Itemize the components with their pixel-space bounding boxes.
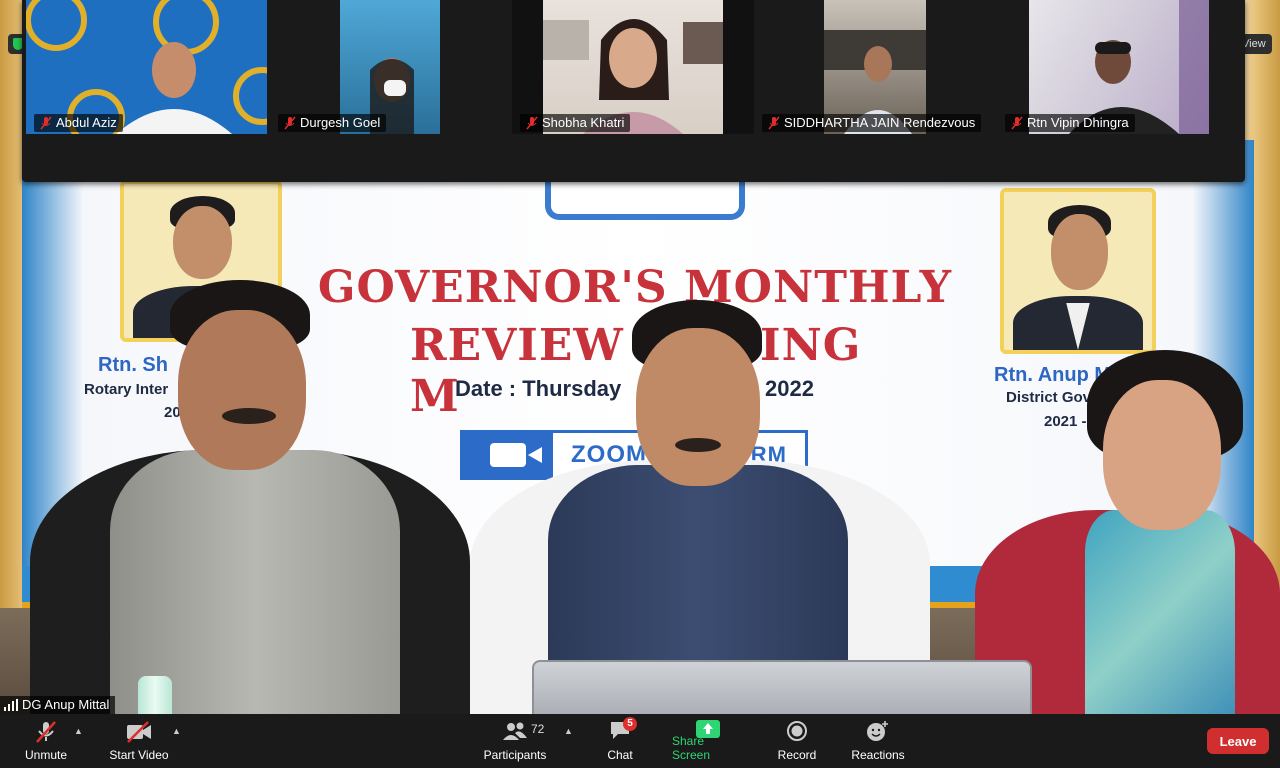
mic-muted-icon xyxy=(40,116,52,130)
emoji-smile-icon xyxy=(867,721,888,741)
person-left-mustache xyxy=(222,408,276,424)
unmute-button[interactable]: Unmute xyxy=(20,714,72,768)
water-bottle xyxy=(138,676,172,714)
mic-muted-icon xyxy=(526,116,538,130)
portrait-face xyxy=(173,205,232,280)
signal-bars-icon xyxy=(4,699,18,711)
chat-unread-badge: 5 xyxy=(623,717,637,731)
participant-name-label: Abdul Aziz xyxy=(34,114,123,132)
participants-icon xyxy=(503,722,527,740)
participants-count: 72 xyxy=(531,722,545,736)
participant-name-label: Durgesh Goel xyxy=(278,114,387,132)
mic-muted-icon xyxy=(36,721,56,743)
mic-muted-icon xyxy=(284,116,296,130)
share-screen-button[interactable]: Share Screen xyxy=(672,714,744,768)
participant-name-label: Rtn Vipin Dhingra xyxy=(1005,114,1135,132)
participants-button[interactable]: 72 Participants xyxy=(482,714,548,768)
person-left-vest xyxy=(110,450,400,714)
participant-tile[interactable]: SIDDHARTHA JAIN Rendezvous xyxy=(754,0,997,134)
participant-tile[interactable]: Durgesh Goel xyxy=(270,0,512,134)
mic-muted-icon xyxy=(1011,116,1023,130)
mic-muted-icon xyxy=(768,116,780,130)
active-speaker-label: DG Anup Mittal xyxy=(0,696,116,714)
person-center-face xyxy=(636,328,760,486)
person-left-face xyxy=(178,310,306,470)
laptop xyxy=(532,660,1032,714)
person-center xyxy=(470,300,930,714)
meeting-toolbar: Unmute ▲ Start Video ▲ 72 Participants ▲… xyxy=(0,714,1280,768)
chat-button[interactable]: 5 Chat xyxy=(600,714,640,768)
person-right-scarf xyxy=(1085,510,1235,714)
participant-gallery-strip: Abdul Aziz Durgesh Goel Shobha Khatri SI… xyxy=(22,0,1245,182)
participant-tile[interactable]: Abdul Aziz xyxy=(26,0,267,134)
banner-portrait-right xyxy=(1000,188,1156,354)
view-button-label: View xyxy=(1242,38,1266,50)
person-left xyxy=(30,280,470,714)
participant-name-label: SIDDHARTHA JAIN Rendezvous xyxy=(762,114,982,132)
participant-tile[interactable]: Shobha Khatri xyxy=(512,0,754,134)
video-options-chevron-up-icon[interactable]: ▲ xyxy=(172,726,181,736)
participants-options-chevron-up-icon[interactable]: ▲ xyxy=(564,726,573,736)
record-icon xyxy=(787,721,807,741)
portrait-face xyxy=(1051,214,1108,290)
audio-options-chevron-up-icon[interactable]: ▲ xyxy=(74,726,83,736)
share-screen-icon xyxy=(696,720,720,738)
record-button[interactable]: Record xyxy=(774,714,820,768)
video-off-icon xyxy=(127,721,151,743)
leave-meeting-button[interactable]: Leave xyxy=(1207,728,1269,754)
start-video-button[interactable]: Start Video xyxy=(106,714,172,768)
participant-tile[interactable]: Rtn Vipin Dhingra xyxy=(997,0,1240,134)
person-center-mustache xyxy=(675,438,721,452)
person-right-face xyxy=(1103,380,1221,530)
participant-name-label: Shobha Khatri xyxy=(520,114,631,132)
reactions-button[interactable]: Reactions xyxy=(850,714,906,768)
